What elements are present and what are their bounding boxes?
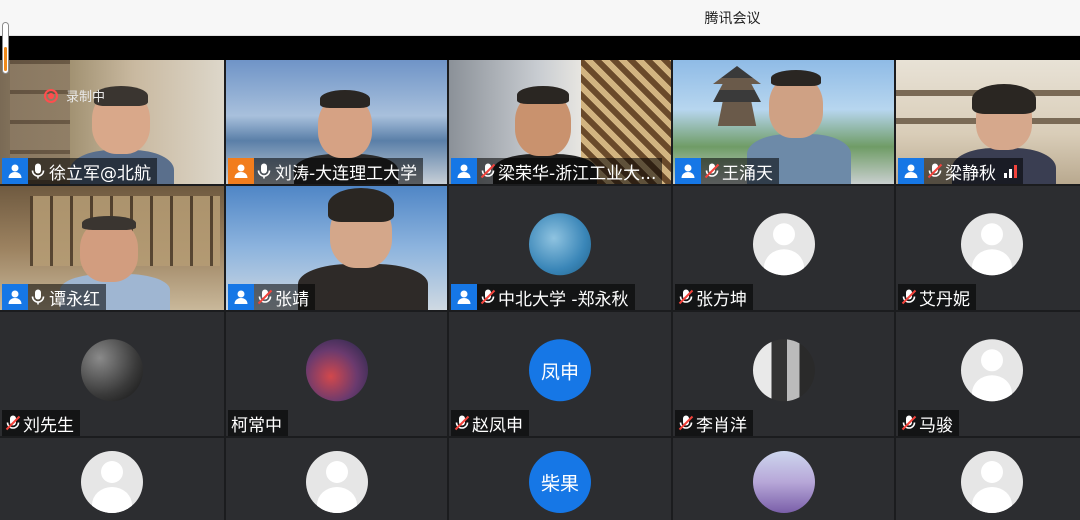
participant-name: 张方坤 bbox=[696, 289, 747, 310]
window-title: 腾讯会议 bbox=[704, 11, 761, 27]
participant-name: 刘涛-大连理工大学 bbox=[275, 163, 418, 184]
participant-tile[interactable]: 刘涛-大连理工大学 bbox=[226, 60, 447, 184]
name-tag: 张方坤 bbox=[675, 284, 753, 310]
default-avatar-icon bbox=[81, 451, 143, 513]
participant-tile[interactable]: 艾丹妮 bbox=[896, 186, 1080, 310]
network-signal-icon bbox=[1004, 164, 1017, 178]
default-avatar-icon bbox=[305, 451, 368, 513]
recording-indicator[interactable]: 录制中 bbox=[44, 86, 105, 105]
participant-name: 马骏 bbox=[919, 415, 953, 436]
participant-name: 艾丹妮 bbox=[919, 289, 970, 310]
name-tag: 梁静秋 bbox=[898, 158, 1023, 184]
name-tag: 马骏 bbox=[898, 410, 959, 436]
participant-name: 谭永红 bbox=[49, 289, 100, 310]
meeting-window: 腾讯会议 录制中 徐立军@北航 刘涛-大连理工大学 梁荣华-浙江工业大... 王… bbox=[0, 0, 1080, 520]
scrollbar-handle[interactable] bbox=[2, 22, 9, 74]
muted-microphone-icon bbox=[675, 284, 695, 310]
avatar bbox=[81, 339, 143, 402]
default-avatar-icon bbox=[961, 339, 1023, 402]
avatar bbox=[529, 213, 591, 276]
muted-microphone-icon bbox=[477, 158, 497, 184]
name-tag: 刘涛-大连理工大学 bbox=[228, 158, 424, 184]
background-pagoda bbox=[713, 66, 761, 126]
participant-tile[interactable] bbox=[673, 438, 894, 520]
default-avatar-icon bbox=[961, 213, 1023, 276]
avatar bbox=[305, 339, 368, 402]
muted-microphone-icon bbox=[2, 410, 22, 436]
participant-tile[interactable]: 马骏 bbox=[896, 312, 1080, 436]
name-tag: 中北大学 -郑永秋 bbox=[451, 284, 635, 310]
name-tag: 张靖 bbox=[228, 284, 315, 310]
host-user-icon bbox=[228, 158, 254, 184]
participant-name: 中北大学 -郑永秋 bbox=[498, 289, 629, 310]
participant-name: 梁静秋 bbox=[945, 163, 996, 184]
participant-tile[interactable] bbox=[226, 438, 447, 520]
top-toolbar bbox=[0, 36, 1080, 60]
name-tag: 李肖洋 bbox=[675, 410, 753, 436]
name-tag: 王涌天 bbox=[675, 158, 779, 184]
user-icon bbox=[675, 158, 701, 184]
text-avatar: 柴果 bbox=[529, 451, 591, 513]
participant-name: 张靖 bbox=[275, 289, 309, 310]
title-bar: 腾讯会议 bbox=[0, 0, 1080, 36]
microphone-icon bbox=[254, 158, 274, 184]
participant-name: 梁荣华-浙江工业大... bbox=[498, 163, 657, 184]
user-icon bbox=[2, 158, 28, 184]
recording-label: 录制中 bbox=[66, 90, 106, 105]
participant-name: 赵凤申 bbox=[472, 415, 523, 436]
text-avatar: 凤申 bbox=[529, 339, 591, 402]
participant-tile[interactable]: 张方坤 bbox=[673, 186, 894, 310]
default-avatar-icon bbox=[752, 213, 815, 276]
avatar bbox=[752, 451, 815, 513]
muted-microphone-icon bbox=[898, 284, 918, 310]
participant-name: 柯常中 bbox=[231, 415, 282, 436]
user-icon bbox=[898, 158, 924, 184]
name-tag: 赵凤申 bbox=[451, 410, 529, 436]
muted-microphone-icon bbox=[451, 410, 471, 436]
participant-tile[interactable] bbox=[0, 438, 224, 520]
participant-tile[interactable]: 王涌天 bbox=[673, 60, 894, 184]
participant-tile[interactable]: 张靖 bbox=[226, 186, 447, 310]
muted-microphone-icon bbox=[898, 410, 918, 436]
name-tag: 刘先生 bbox=[2, 410, 80, 436]
participant-name: 王涌天 bbox=[722, 163, 773, 184]
user-icon bbox=[2, 284, 28, 310]
muted-microphone-icon bbox=[254, 284, 274, 310]
participant-name: 徐立军@北航 bbox=[49, 163, 151, 184]
participant-tile[interactable]: 刘先生 bbox=[0, 312, 224, 436]
participant-tile[interactable]: 梁荣华-浙江工业大... bbox=[449, 60, 671, 184]
name-tag: 徐立军@北航 bbox=[2, 158, 157, 184]
name-tag: 柯常中 bbox=[228, 410, 288, 436]
user-icon bbox=[451, 284, 477, 310]
participant-tile[interactable]: 中北大学 -郑永秋 bbox=[449, 186, 671, 310]
participant-tile[interactable]: 谭永红 bbox=[0, 186, 224, 310]
participant-name: 刘先生 bbox=[23, 415, 74, 436]
microphone-icon bbox=[28, 284, 48, 310]
user-icon bbox=[451, 158, 477, 184]
name-tag: 艾丹妮 bbox=[898, 284, 976, 310]
avatar bbox=[752, 339, 815, 402]
participant-tile[interactable]: 录制中 徐立军@北航 bbox=[0, 60, 224, 184]
muted-microphone-icon bbox=[701, 158, 721, 184]
microphone-icon bbox=[28, 158, 48, 184]
participant-tile[interactable] bbox=[896, 438, 1080, 520]
participant-tile[interactable]: 李肖洋 bbox=[673, 312, 894, 436]
muted-microphone-icon bbox=[675, 410, 695, 436]
participant-tile[interactable]: 梁静秋 bbox=[896, 60, 1080, 184]
muted-microphone-icon bbox=[924, 158, 944, 184]
name-tag: 谭永红 bbox=[2, 284, 106, 310]
participant-tile[interactable]: 柴果 bbox=[449, 438, 671, 520]
participant-tile[interactable]: 凤申 赵凤申 bbox=[449, 312, 671, 436]
muted-microphone-icon bbox=[477, 284, 497, 310]
participant-tile[interactable]: 柯常中 bbox=[226, 312, 447, 436]
participant-grid: 录制中 徐立军@北航 刘涛-大连理工大学 梁荣华-浙江工业大... 王涌天 梁静… bbox=[0, 60, 1080, 520]
name-tag: 梁荣华-浙江工业大... bbox=[451, 158, 663, 184]
participant-name: 李肖洋 bbox=[696, 415, 747, 436]
user-icon bbox=[228, 284, 254, 310]
default-avatar-icon bbox=[961, 451, 1023, 513]
record-icon bbox=[44, 88, 58, 103]
